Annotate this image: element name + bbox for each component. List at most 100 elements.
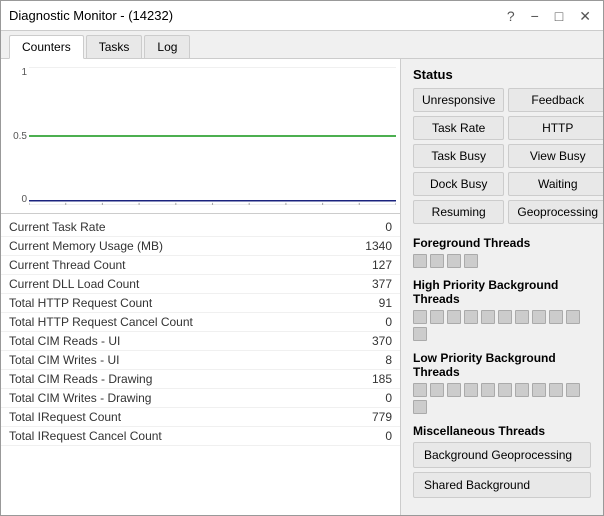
thread-box-hp-5 — [481, 310, 495, 324]
thread-box-hp-1 — [413, 310, 427, 324]
high-priority-thread-boxes — [413, 310, 591, 341]
chart-svg — [29, 67, 396, 205]
stat-label-8: Total CIM Reads - Drawing — [9, 372, 152, 386]
thread-box-fg-4 — [464, 254, 478, 268]
http-button[interactable]: HTTP — [508, 116, 603, 140]
stat-row-1: Current Memory Usage (MB) 1340 — [1, 237, 400, 256]
stat-label-11: Total IRequest Cancel Count — [9, 429, 162, 443]
foreground-threads-title: Foreground Threads — [413, 236, 591, 250]
thread-box-hp-6 — [498, 310, 512, 324]
stat-label-9: Total CIM Writes - Drawing — [9, 391, 151, 405]
thread-box-lp-9 — [549, 383, 563, 397]
feedback-button[interactable]: Feedback — [508, 88, 603, 112]
thread-box-lp-11 — [413, 400, 427, 414]
title-bar: Diagnostic Monitor - (14232) ? − □ ✕ — [1, 1, 603, 31]
y-axis: 1 0.5 0 — [3, 67, 27, 205]
help-button[interactable]: ? — [503, 9, 519, 23]
close-button[interactable]: ✕ — [575, 9, 595, 23]
stat-row-5: Total HTTP Request Cancel Count 0 — [1, 313, 400, 332]
stat-label-6: Total CIM Reads - UI — [9, 334, 120, 348]
minimize-button[interactable]: − — [527, 9, 543, 23]
y-label-mid: 0.5 — [3, 131, 27, 142]
misc-threads-title: Miscellaneous Threads — [413, 424, 591, 438]
stat-row-2: Current Thread Count 127 — [1, 256, 400, 275]
stat-value-6: 370 — [342, 334, 392, 348]
thread-box-lp-10 — [566, 383, 580, 397]
stat-value-11: 0 — [342, 429, 392, 443]
stat-row-9: Total CIM Writes - Drawing 0 — [1, 389, 400, 408]
stat-row-6: Total CIM Reads - UI 370 — [1, 332, 400, 351]
thread-box-lp-1 — [413, 383, 427, 397]
foreground-thread-boxes — [413, 254, 591, 268]
background-geoprocessing-button[interactable]: Background Geoprocessing — [413, 442, 591, 468]
stat-value-2: 127 — [342, 258, 392, 272]
tab-tasks[interactable]: Tasks — [86, 35, 143, 58]
thread-box-lp-2 — [430, 383, 444, 397]
thread-box-lp-8 — [532, 383, 546, 397]
resuming-button[interactable]: Resuming — [413, 200, 504, 224]
stat-row-11: Total IRequest Cancel Count 0 — [1, 427, 400, 446]
tab-counters[interactable]: Counters — [9, 35, 84, 59]
y-label-bot: 0 — [3, 194, 27, 205]
stat-value-7: 8 — [342, 353, 392, 367]
main-window: Diagnostic Monitor - (14232) ? − □ ✕ Cou… — [0, 0, 604, 516]
tab-log[interactable]: Log — [144, 35, 190, 58]
maximize-button[interactable]: □ — [551, 9, 567, 23]
high-priority-threads-title: High Priority Background Threads — [413, 278, 591, 306]
stat-label-3: Current DLL Load Count — [9, 277, 139, 291]
y-label-top: 1 — [3, 67, 27, 78]
foreground-threads-section: Foreground Threads — [413, 236, 591, 268]
stat-row-10: Total IRequest Count 779 — [1, 408, 400, 427]
thread-box-lp-4 — [464, 383, 478, 397]
thread-box-hp-9 — [549, 310, 563, 324]
misc-threads-section: Miscellaneous Threads Background Geoproc… — [413, 424, 591, 498]
thread-box-lp-7 — [515, 383, 529, 397]
unresponsive-button[interactable]: Unresponsive — [413, 88, 504, 112]
stat-value-3: 377 — [342, 277, 392, 291]
thread-box-hp-10 — [566, 310, 580, 324]
tab-bar: Counters Tasks Log — [1, 31, 603, 59]
thread-box-fg-1 — [413, 254, 427, 268]
chart-area: 1 0.5 0 — [1, 59, 400, 214]
stat-value-5: 0 — [342, 315, 392, 329]
status-button-grid: Unresponsive Feedback Task Rate HTTP Tas… — [413, 88, 591, 224]
stat-label-1: Current Memory Usage (MB) — [9, 239, 163, 253]
task-busy-button[interactable]: Task Busy — [413, 144, 504, 168]
thread-box-fg-3 — [447, 254, 461, 268]
dock-busy-button[interactable]: Dock Busy — [413, 172, 504, 196]
status-title: Status — [413, 67, 591, 82]
waiting-button[interactable]: Waiting — [508, 172, 603, 196]
stat-value-8: 185 — [342, 372, 392, 386]
thread-box-lp-5 — [481, 383, 495, 397]
thread-box-lp-3 — [447, 383, 461, 397]
view-busy-button[interactable]: View Busy — [508, 144, 603, 168]
thread-box-lp-6 — [498, 383, 512, 397]
task-rate-button[interactable]: Task Rate — [413, 116, 504, 140]
stat-value-1: 1340 — [342, 239, 392, 253]
stat-label-5: Total HTTP Request Cancel Count — [9, 315, 193, 329]
stat-value-0: 0 — [342, 220, 392, 234]
title-bar-controls: ? − □ ✕ — [503, 9, 595, 23]
stats-table: Current Task Rate 0 Current Memory Usage… — [1, 214, 400, 515]
low-priority-threads-title: Low Priority Background Threads — [413, 351, 591, 379]
stat-label-10: Total IRequest Count — [9, 410, 121, 424]
geoprocessing-button[interactable]: Geoprocessing — [508, 200, 603, 224]
thread-box-hp-11 — [413, 327, 427, 341]
stat-value-9: 0 — [342, 391, 392, 405]
left-panel: 1 0.5 0 — [1, 59, 401, 515]
shared-background-button[interactable]: Shared Background — [413, 472, 591, 498]
thread-box-hp-4 — [464, 310, 478, 324]
stat-row-0: Current Task Rate 0 — [1, 218, 400, 237]
stat-row-8: Total CIM Reads - Drawing 185 — [1, 370, 400, 389]
thread-box-fg-2 — [430, 254, 444, 268]
stat-value-4: 91 — [342, 296, 392, 310]
high-priority-threads-section: High Priority Background Threads — [413, 278, 591, 341]
stat-label-4: Total HTTP Request Count — [9, 296, 152, 310]
thread-box-hp-3 — [447, 310, 461, 324]
low-priority-thread-boxes — [413, 383, 591, 414]
thread-box-hp-7 — [515, 310, 529, 324]
stat-label-2: Current Thread Count — [9, 258, 126, 272]
stat-label-0: Current Task Rate — [9, 220, 106, 234]
low-priority-threads-section: Low Priority Background Threads — [413, 351, 591, 414]
thread-box-hp-2 — [430, 310, 444, 324]
